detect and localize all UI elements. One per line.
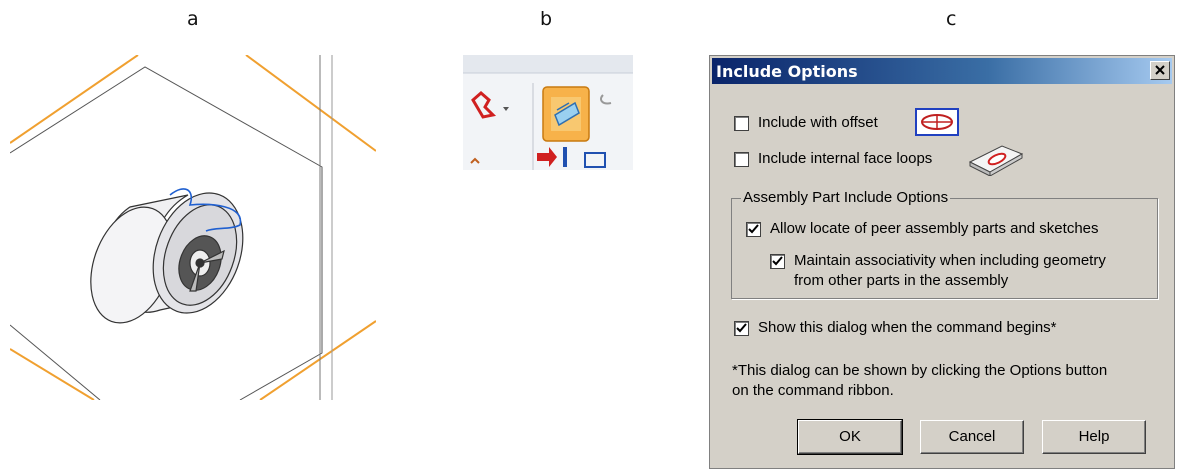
include-with-offset-label: Include with offset bbox=[758, 114, 878, 131]
checkmark-icon bbox=[748, 224, 759, 234]
panel-label-c: c bbox=[946, 8, 957, 30]
close-button[interactable] bbox=[1150, 61, 1170, 80]
panel-label-a: a bbox=[187, 8, 199, 30]
include-internal-face-loops-checkbox[interactable] bbox=[734, 152, 749, 167]
face-loop-icon bbox=[968, 145, 1024, 176]
include-internal-face-loops-label: Include internal face loops bbox=[758, 150, 933, 167]
panel-label-b: b bbox=[540, 8, 553, 30]
show-dialog-label: Show this dialog when the command begins… bbox=[758, 319, 1057, 336]
maintain-associativity-checkbox[interactable] bbox=[770, 254, 785, 269]
options-note-line2: on the command ribbon. bbox=[732, 382, 894, 399]
ribbon-crop bbox=[463, 55, 633, 170]
cancel-button[interactable]: Cancel bbox=[920, 420, 1024, 454]
ribbon-toolbar bbox=[463, 55, 633, 170]
help-button[interactable]: Help bbox=[1042, 420, 1146, 454]
group-title: Assembly Part Include Options bbox=[741, 189, 951, 206]
dialog-titlebar[interactable]: Include Options bbox=[712, 58, 1172, 84]
options-note-line1: *This dialog can be shown by clicking th… bbox=[732, 362, 1108, 379]
wheel-model-drawing bbox=[10, 55, 376, 400]
offset-icon bbox=[915, 108, 959, 136]
include-options-dialog: Include Options Include with offset Incl… bbox=[709, 55, 1175, 469]
allow-locate-label: Allow locate of peer assembly parts and … bbox=[770, 220, 1099, 237]
ok-button[interactable]: OK bbox=[797, 419, 903, 455]
maintain-associativity-label-line2: from other parts in the assembly bbox=[794, 272, 1009, 289]
checkmark-icon bbox=[736, 323, 747, 333]
include-with-offset-checkbox[interactable] bbox=[734, 116, 749, 131]
close-icon bbox=[1155, 65, 1165, 75]
model-viewport[interactable] bbox=[10, 55, 376, 400]
checkmark-icon bbox=[772, 256, 783, 266]
dialog-title: Include Options bbox=[716, 62, 858, 81]
allow-locate-checkbox[interactable] bbox=[746, 222, 761, 237]
maintain-associativity-label-line1: Maintain associativity when including ge… bbox=[794, 252, 1106, 269]
show-dialog-checkbox[interactable] bbox=[734, 321, 749, 336]
